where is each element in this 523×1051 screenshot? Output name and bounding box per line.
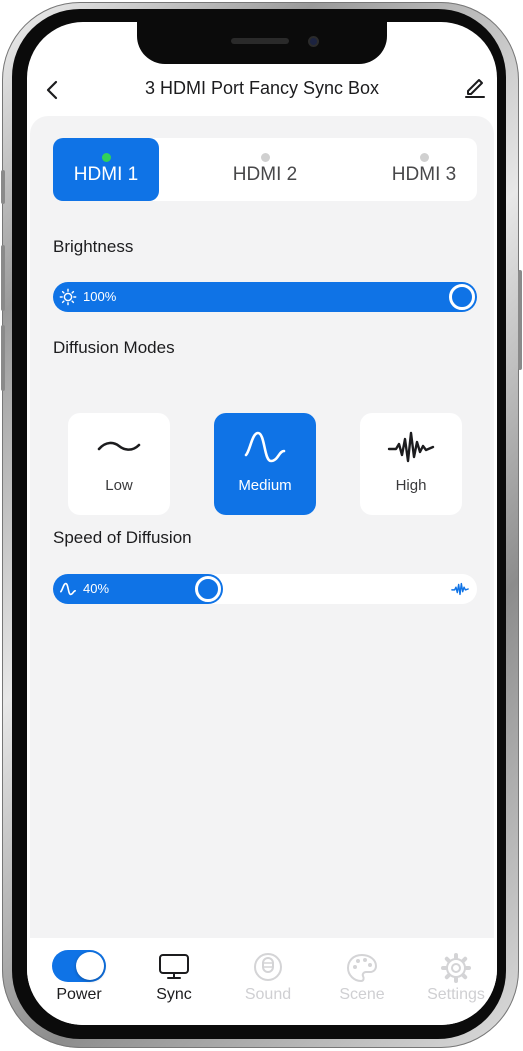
page-title: 3 HDMI Port Fancy Sync Box	[144, 78, 380, 98]
nav-sound[interactable]: Sound	[223, 938, 313, 1025]
brightness-value: 100%	[83, 289, 117, 304]
mode-high-label: High	[395, 477, 427, 494]
toggle-knob	[76, 952, 104, 980]
mode-medium-label: Medium	[238, 477, 292, 494]
status-dot	[260, 153, 270, 162]
speed-label: Speed of Diffusion	[53, 528, 192, 547]
nav-scene-label: Scene	[339, 986, 385, 1003]
tab-hdmi-1[interactable]: HDMI 1	[53, 138, 159, 201]
microphone-icon	[254, 953, 282, 981]
mode-high-button[interactable]: High	[360, 413, 462, 515]
bottom-nav: Power Sync Sound Scene Settings	[27, 938, 497, 1025]
mode-low-label: Low	[105, 477, 133, 494]
tab-label: HDMI 3	[391, 164, 457, 185]
palette-icon	[346, 953, 378, 983]
nav-power[interactable]: Power	[34, 938, 124, 1025]
nav-scene[interactable]: Scene	[317, 938, 407, 1025]
nav-settings[interactable]: Settings	[411, 938, 497, 1025]
tab-hdmi-3[interactable]: HDMI 3	[371, 138, 477, 201]
power-side-button	[518, 270, 522, 370]
speed-slider-handle[interactable]	[194, 576, 221, 602]
pencil-icon[interactable]	[463, 76, 487, 100]
volume-down-button	[1, 325, 5, 391]
brightness-label: Brightness	[53, 237, 134, 256]
status-dot	[419, 153, 429, 162]
nav-power-label: Power	[56, 986, 102, 1003]
spiky-wave-icon	[387, 431, 435, 463]
notch	[137, 22, 387, 64]
mode-low-button[interactable]: Low	[68, 413, 170, 515]
diffusion-modes-label: Diffusion Modes	[53, 338, 175, 357]
tab-label: HDMI 1	[73, 164, 139, 185]
earpiece-speaker	[231, 38, 289, 44]
status-dot	[101, 153, 111, 162]
sine-wave-icon	[59, 582, 77, 596]
mode-medium-button[interactable]: Medium	[214, 413, 316, 515]
mute-switch	[1, 170, 5, 204]
power-toggle[interactable]	[52, 950, 106, 982]
chevron-left-icon[interactable]	[41, 78, 65, 102]
speed-value: 40%	[83, 581, 110, 596]
tv-icon	[159, 954, 189, 979]
content-area: HDMI 1 HDMI 2 HDMI 3 Brightness 100% Dif…	[30, 116, 494, 938]
nav-sync-label: Sync	[156, 986, 192, 1003]
brightness-slider[interactable]: 100%	[53, 282, 477, 312]
volume-up-button	[1, 245, 5, 311]
nav-sync[interactable]: Sync	[129, 938, 219, 1025]
gear-icon	[441, 953, 471, 983]
spiky-wave-icon	[451, 582, 469, 596]
brightness-slider-handle[interactable]	[449, 284, 475, 310]
speed-slider[interactable]: 40%	[53, 574, 477, 604]
header: 3 HDMI Port Fancy Sync Box	[27, 70, 497, 110]
brightness-slider-fill	[53, 282, 477, 312]
app-screen: 3 HDMI Port Fancy Sync Box HDMI 1 HDMI 2…	[27, 22, 497, 1025]
nav-sound-label: Sound	[244, 986, 292, 1003]
tilde-wave-icon	[97, 441, 141, 451]
diffusion-modes: Low Medium High	[68, 413, 462, 515]
hdmi-tabs: HDMI 1 HDMI 2 HDMI 3	[53, 138, 477, 201]
tab-hdmi-2[interactable]: HDMI 2	[212, 138, 318, 201]
sun-icon	[59, 288, 77, 306]
tab-label: HDMI 2	[232, 164, 298, 185]
nav-settings-label: Settings	[427, 986, 485, 1003]
sine-wave-icon	[244, 431, 286, 463]
front-camera	[308, 36, 319, 47]
